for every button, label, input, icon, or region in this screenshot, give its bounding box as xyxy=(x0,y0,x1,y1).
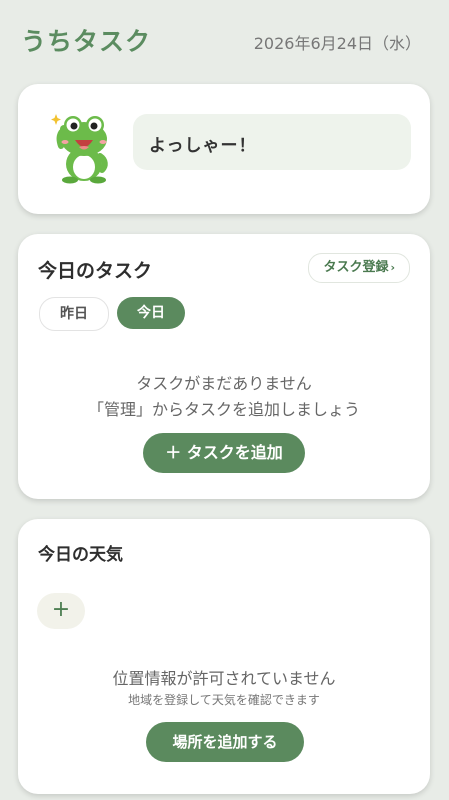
add-task-button[interactable]: ＋ タスクを追加 xyxy=(143,433,305,473)
weather-title: 今日の天気 xyxy=(38,545,123,565)
mascot-card: よっしゃー！ xyxy=(18,84,430,214)
waving-frog-icon xyxy=(51,114,108,184)
tasks-empty-message: タスクがまだありません xyxy=(136,374,312,393)
current-date: 2026年6月24日（水） xyxy=(253,34,421,53)
weather-permission-message: 位置情報が許可されていません xyxy=(112,669,336,688)
mascot-message: よっしゃー！ xyxy=(149,136,257,156)
register-task-label: タスク登録 xyxy=(323,260,389,275)
weather-permission-hint: 地域を登録して天気を確認できます xyxy=(128,693,320,707)
add-location-icon-button[interactable]: + xyxy=(37,593,85,629)
today-weather-card: 今日の天気 + 位置情報が許可されていません 地域を登録して天気を確認できます … xyxy=(18,519,430,794)
add-place-button[interactable]: 場所を追加する xyxy=(146,722,304,762)
today-tasks-card: 今日のタスク タスク登録 › 昨日 今日 タスクがまだありません 「管理」からタス… xyxy=(18,234,430,499)
app-title: うちタスク xyxy=(21,27,152,56)
tasks-title: 今日のタスク xyxy=(38,260,153,282)
app-header: うちタスク 2026年6月24日（水） xyxy=(0,0,449,80)
chevron-right-icon: › xyxy=(390,261,395,274)
plus-icon: + xyxy=(51,597,71,622)
register-task-button[interactable]: タスク登録 › xyxy=(308,253,410,283)
tab-yesterday[interactable]: 昨日 xyxy=(39,297,109,331)
tab-today[interactable]: 今日 xyxy=(117,297,185,329)
tasks-empty-hint: 「管理」からタスクを追加しましょう xyxy=(87,400,360,419)
speech-bubble: よっしゃー！ xyxy=(133,114,411,170)
